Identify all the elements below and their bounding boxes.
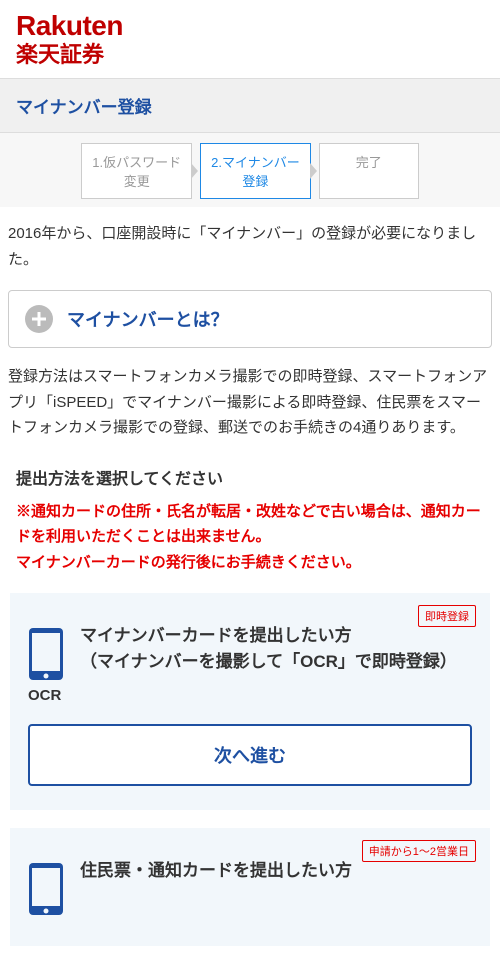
step-indicator: 1.仮パスワード 変更 2.マイナンバー 登録 完了 xyxy=(0,133,500,207)
option-card-juminhyo: 申請から1～2営業日 住民票・通知カードを提出したい方 xyxy=(10,828,490,946)
ocr-label: OCR xyxy=(28,687,472,704)
description-text: 登録方法はスマートフォンカメラ撮影での即時登録、スマートフォンアプリ「iSPEE… xyxy=(0,364,500,459)
step-3: 完了 xyxy=(319,143,419,199)
option2-title: 住民票・通知カードを提出したい方 xyxy=(80,858,352,884)
option1-title: マイナンバーカードを提出したい方 （マイナンバーを撮影して「OCR」で即時登録） xyxy=(80,623,457,674)
badge-days: 申請から1～2営業日 xyxy=(362,840,476,862)
logo-rakuten: Rakuten xyxy=(16,12,484,40)
option-card-mynumber: 即時登録 マイナンバーカードを提出したい方 （マイナンバーを撮影して「OCR」で… xyxy=(10,593,490,810)
expander-label: マイナンバーとは？ xyxy=(67,306,229,332)
section-title: 提出方法を選択してください xyxy=(0,459,500,499)
smartphone-icon xyxy=(28,627,64,681)
what-is-mynumber-expander[interactable]: マイナンバーとは？ xyxy=(8,290,492,348)
warning-text: ※通知カードの住所・氏名が転居・改姓などで古い場合は、通知カードを利用いただくこ… xyxy=(0,499,500,594)
page-title-bar: マイナンバー登録 xyxy=(0,78,500,133)
next-button-option1[interactable]: 次へ進む xyxy=(28,724,472,786)
step-1: 1.仮パスワード 変更 xyxy=(81,143,192,199)
smartphone-icon xyxy=(28,862,64,916)
page-title: マイナンバー登録 xyxy=(16,93,484,118)
intro-text: 2016年から、口座開設時に「マイナンバー」の登録が必要になりました。 xyxy=(0,207,500,290)
badge-instant: 即時登録 xyxy=(418,605,476,627)
step-2: 2.マイナンバー 登録 xyxy=(200,143,311,199)
plus-icon xyxy=(25,305,53,333)
header: Rakuten 楽天証券 xyxy=(0,0,500,78)
logo-shoken: 楽天証券 xyxy=(16,42,484,68)
